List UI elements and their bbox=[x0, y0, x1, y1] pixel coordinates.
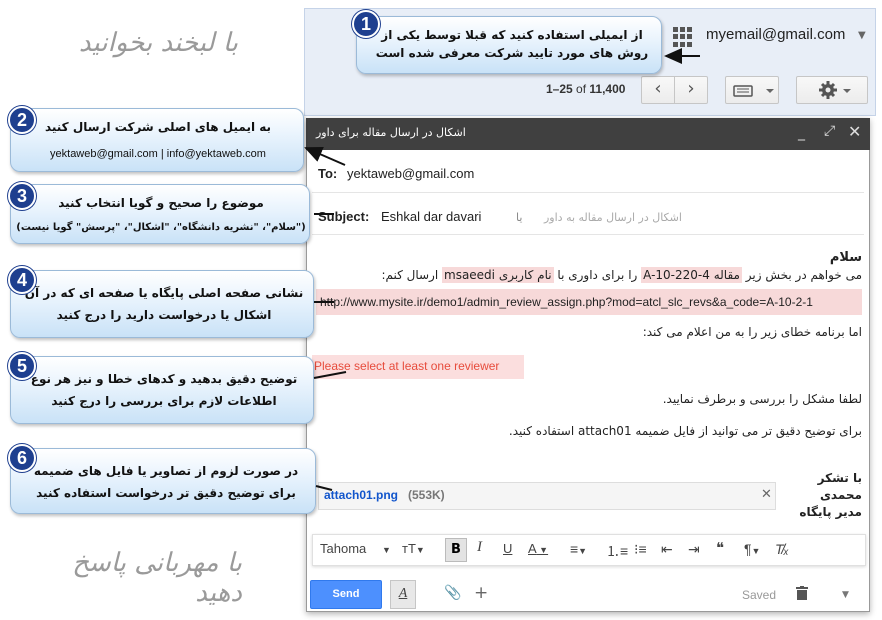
to-label: To: bbox=[318, 166, 338, 181]
subject-label: Subject: bbox=[318, 209, 370, 224]
minimize-icon[interactable]: _ bbox=[798, 125, 805, 141]
underline-icon[interactable]: U bbox=[503, 541, 512, 556]
callout-6-text: در صورت لزوم از تصاویر یا فایل های ضمیمه… bbox=[33, 464, 299, 500]
formatting-options-button[interactable]: A bbox=[390, 580, 416, 609]
callout-4-badge: 4 bbox=[8, 266, 36, 294]
input-tools-button[interactable] bbox=[725, 76, 779, 104]
to-field[interactable]: yektaweb@gmail.com bbox=[347, 166, 474, 181]
italic-icon[interactable]: I bbox=[477, 539, 482, 556]
remove-attachment-icon[interactable]: ✕ bbox=[761, 487, 772, 502]
callout-4-text: نشانی صفحه اصلی پایگاه یا صفحه ای که در … bbox=[24, 286, 304, 322]
error-message: Please select at least one reviewer bbox=[314, 359, 500, 373]
subject-hint-persian: اشکال در ارسال مقاله به داور bbox=[544, 211, 682, 224]
callout-3-subtext: ("سلام"، "نشریه دانشگاه"، "اشکال"، "پرسش… bbox=[16, 222, 306, 233]
divider bbox=[312, 234, 864, 235]
attach-files-icon[interactable]: 📎 bbox=[444, 585, 461, 601]
subject-hint-or: یا bbox=[516, 211, 523, 224]
attachment-name[interactable]: attach01.png bbox=[324, 488, 398, 502]
older-button[interactable]: › bbox=[674, 76, 708, 104]
callout-1-text: از ایمیلی استفاده کنید که قبلا توسط یکی … bbox=[375, 28, 649, 60]
more-options-caret-icon[interactable]: ▼ bbox=[842, 590, 849, 600]
close-icon[interactable]: ✕ bbox=[848, 122, 861, 141]
callout-2-badge: 2 bbox=[8, 106, 36, 134]
indent-less-icon[interactable]: ⇤ bbox=[661, 541, 673, 558]
send-button[interactable]: Send bbox=[310, 580, 382, 609]
body-greeting: سلام bbox=[829, 250, 862, 265]
remove-formatting-icon[interactable]: T̸ₓ bbox=[775, 541, 789, 557]
username-highlight: نام کاربری msaeedi bbox=[442, 267, 554, 283]
callout-2-text: به ایمیل های اصلی شرکت ارسال کنید bbox=[44, 120, 272, 134]
text-color-icon[interactable]: A ▼ bbox=[528, 541, 548, 556]
body-line-please-fix: لطفا مشکل را بررسی و برطرف نمایید. bbox=[662, 392, 862, 406]
body-line-error-intro: اما برنامه خطای زیر را به من اعلام می کن… bbox=[642, 325, 862, 339]
callout-5-text: توضیح دقیق بدهید و کدهای خطا و نیز هر نو… bbox=[30, 372, 298, 408]
account-email[interactable]: myemail@gmail.com bbox=[706, 26, 845, 43]
divider bbox=[312, 192, 864, 193]
calligraphy-bottom: با مهربانی پاسخ دهید bbox=[72, 548, 242, 608]
settings-button[interactable] bbox=[796, 76, 868, 104]
text-direction-icon[interactable]: ¶▼ bbox=[744, 541, 760, 557]
gear-icon bbox=[819, 81, 851, 99]
callout-3-text: موضوع را صحیح و گویا انتخاب کنید bbox=[58, 196, 264, 210]
page-url[interactable]: http://www.mysite.ir/demo1/admin_review_… bbox=[320, 295, 813, 309]
apps-grid-icon[interactable] bbox=[673, 27, 693, 47]
pager-range: 1–25 of 11,400 bbox=[546, 82, 626, 96]
chevron-down-icon[interactable]: ▼ bbox=[382, 545, 391, 555]
subject-field[interactable]: Eshkal dar davari bbox=[381, 209, 481, 224]
font-size-icon[interactable]: тT▼ bbox=[402, 541, 425, 556]
article-code-highlight: مقاله A-10-220-4 bbox=[641, 267, 742, 283]
callout-3-badge: 3 bbox=[8, 182, 36, 210]
indent-more-icon[interactable]: ⇥ bbox=[688, 541, 700, 558]
align-icon[interactable]: ≡▼ bbox=[570, 541, 587, 557]
callout-1-badge: 1 bbox=[352, 10, 380, 38]
compose-title: اشکال در ارسال مقاله برای داور bbox=[316, 126, 466, 139]
font-select[interactable]: Tahoma bbox=[320, 541, 366, 556]
bold-button[interactable]: B bbox=[445, 538, 467, 562]
body-line-attach-note: برای توضیح دقیق تر می توانید از فایل ضمی… bbox=[508, 424, 862, 438]
trash-icon[interactable] bbox=[796, 586, 808, 600]
numbered-list-icon[interactable]: ⒈≡ bbox=[606, 541, 628, 561]
newer-button[interactable]: ‹ bbox=[641, 76, 675, 104]
callout-6-badge: 6 bbox=[8, 444, 36, 472]
more-options-plus-icon[interactable]: + bbox=[474, 583, 488, 603]
body-line-request: می خواهم در بخش زیر مقاله A-10-220-4 را … bbox=[381, 267, 862, 283]
callout-2-emails: yektaweb@gmail.com | info@yektaweb.com bbox=[50, 148, 266, 160]
attachment-size: (553K) bbox=[408, 488, 445, 502]
bulleted-list-icon[interactable]: ⁝≡ bbox=[634, 541, 647, 558]
caret-down-icon[interactable]: ▼ bbox=[858, 30, 866, 41]
callout-5-badge: 5 bbox=[8, 352, 36, 380]
chevron-left-icon: ‹ bbox=[654, 78, 662, 99]
calligraphy-top: با لبخند بخوانید bbox=[78, 28, 238, 58]
chevron-right-icon: › bbox=[687, 78, 695, 99]
keyboard-icon bbox=[733, 85, 774, 97]
expand-icon[interactable]: ⤢ bbox=[824, 123, 835, 139]
quote-icon[interactable]: ❝ bbox=[716, 539, 724, 557]
saved-status: Saved bbox=[742, 588, 777, 602]
